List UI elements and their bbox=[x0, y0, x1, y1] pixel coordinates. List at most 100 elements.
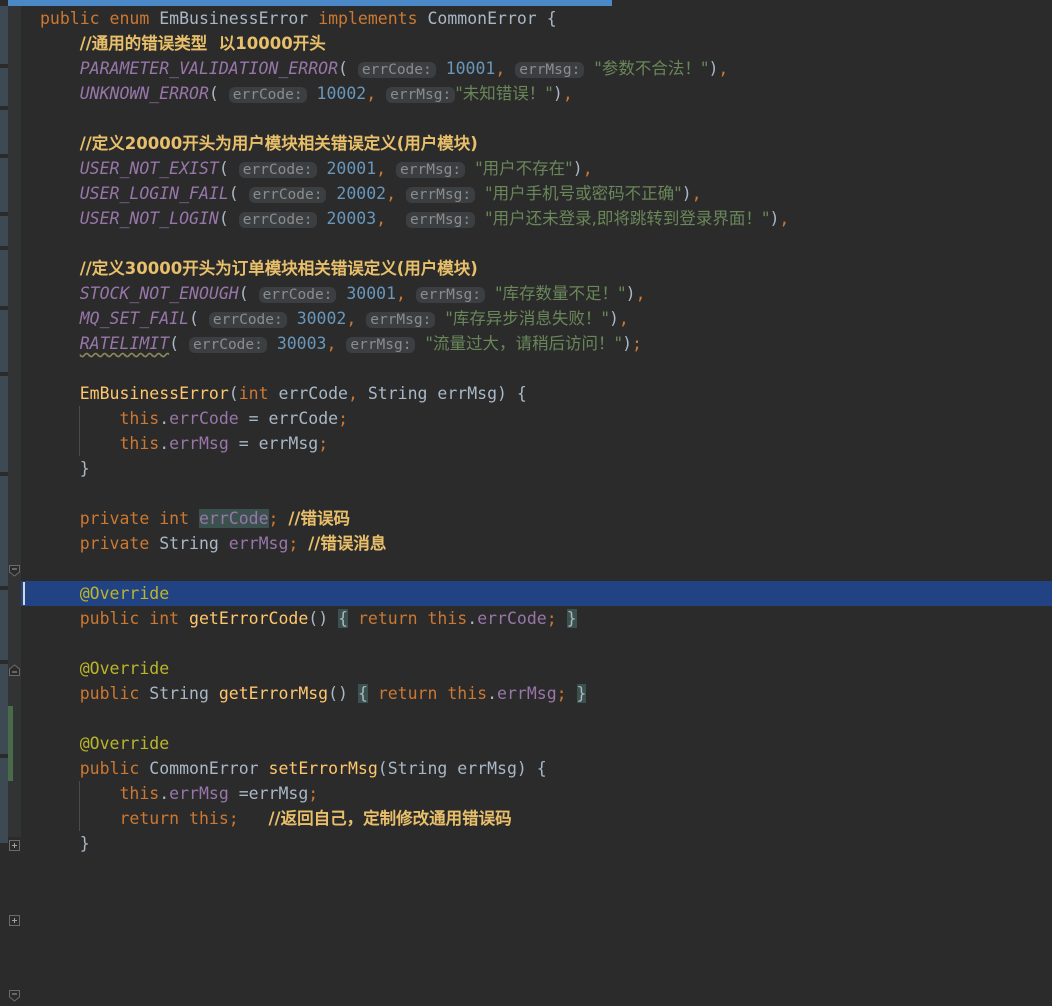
code-token: PARAMETER_VALIDATION_ERROR bbox=[79, 59, 339, 78]
code-token: int bbox=[238, 384, 269, 403]
code-content[interactable]: public enum EmBusinessError implements C… bbox=[21, 6, 1052, 853]
fold-marker-collapse-start[interactable] bbox=[8, 987, 21, 1002]
error-stripe-segment[interactable] bbox=[0, 6, 8, 64]
code-token: USER_LOGIN_FAIL bbox=[79, 184, 229, 203]
code-line[interactable]: MQ_SET_FAIL( errCode: 30002, errMsg: "库存… bbox=[21, 306, 1052, 331]
error-stripe-segment[interactable] bbox=[0, 216, 8, 246]
indent-guide bbox=[78, 806, 80, 831]
fold-marker-collapse-end[interactable] bbox=[8, 662, 21, 676]
error-stripe-segment[interactable] bbox=[0, 590, 8, 660]
error-stripe-segment[interactable] bbox=[0, 250, 8, 306]
code-line[interactable]: UNKNOWN_ERROR( errCode: 10002, errMsg: "未… bbox=[21, 81, 1052, 106]
code-line[interactable]: USER_LOGIN_FAIL( errCode: 20002, errMsg:… bbox=[21, 181, 1052, 206]
inlay-parameter-hint: errMsg: bbox=[396, 162, 466, 178]
code-token: ) bbox=[708, 59, 719, 78]
code-line[interactable] bbox=[21, 106, 1052, 131]
inlay-parameter-hint: errCode: bbox=[258, 287, 337, 303]
code-token: ; bbox=[338, 409, 349, 428]
editor-gutter[interactable] bbox=[8, 6, 21, 1002]
vcs-change-marker[interactable] bbox=[8, 706, 13, 781]
fold-marker-expand[interactable] bbox=[8, 837, 21, 851]
code-line[interactable]: public CommonError setErrorMsg(String er… bbox=[21, 756, 1052, 781]
code-line[interactable]: USER_NOT_EXIST( errCode: 20001, errMsg: … bbox=[21, 156, 1052, 181]
code-token: errCode bbox=[268, 409, 339, 428]
code-token: errMsg bbox=[258, 434, 319, 453]
code-line[interactable] bbox=[21, 356, 1052, 381]
code-line[interactable]: //通用的错误类型 以10000开头 bbox=[21, 31, 1052, 56]
error-stripe-column[interactable] bbox=[0, 6, 8, 843]
inlay-parameter-hint: errMsg: bbox=[405, 212, 476, 228]
code-token: , bbox=[386, 184, 397, 203]
code-line[interactable]: public enum EmBusinessError implements C… bbox=[21, 6, 1052, 31]
code-token: , bbox=[376, 209, 387, 228]
code-token: 10001 bbox=[445, 59, 496, 78]
code-line[interactable] bbox=[21, 231, 1052, 256]
code-line[interactable]: STOCK_NOT_ENOUGH( errCode: 30001, errMsg… bbox=[21, 281, 1052, 306]
code-line[interactable]: } bbox=[21, 456, 1052, 481]
code-editor[interactable]: public enum EmBusinessError implements C… bbox=[0, 0, 1052, 1002]
code-line-selected[interactable]: @Override bbox=[21, 581, 1052, 606]
code-token: errMsg bbox=[169, 434, 229, 453]
code-line[interactable]: private String errMsg; //错误消息 bbox=[21, 531, 1052, 556]
code-line[interactable]: USER_NOT_LOGIN( errCode: 20003, errMsg: … bbox=[21, 206, 1052, 231]
code-token: RATELIMIT bbox=[79, 334, 170, 353]
code-line[interactable] bbox=[21, 631, 1052, 656]
error-stripe-segment[interactable] bbox=[0, 758, 8, 843]
error-stripe-segment[interactable] bbox=[0, 376, 8, 472]
code-token: "用户不存在" bbox=[475, 159, 573, 178]
code-token: ) bbox=[608, 309, 619, 328]
code-line[interactable] bbox=[21, 556, 1052, 581]
code-line[interactable] bbox=[21, 706, 1052, 731]
code-token: ; bbox=[318, 434, 329, 453]
code-token: = bbox=[248, 409, 259, 428]
fold-marker-expand[interactable] bbox=[8, 912, 21, 926]
error-stripe-segment[interactable] bbox=[0, 68, 8, 106]
code-line[interactable]: this.errCode = errCode; bbox=[21, 406, 1052, 431]
code-line[interactable]: } bbox=[21, 831, 1052, 856]
code-token: ( bbox=[218, 209, 229, 228]
code-token: this bbox=[447, 684, 488, 703]
error-stripe-segment[interactable] bbox=[0, 110, 8, 154]
code-line[interactable]: return this; //返回自己，定制修改通用错误码 bbox=[21, 806, 1052, 831]
code-line[interactable]: public int getErrorCode() { return this.… bbox=[21, 606, 1052, 631]
code-token: errCode bbox=[278, 384, 348, 403]
code-token: , bbox=[376, 159, 387, 178]
code-line[interactable]: this.errMsg = errMsg; bbox=[21, 431, 1052, 456]
error-stripe-segment[interactable] bbox=[0, 158, 8, 212]
error-stripe-segment[interactable] bbox=[0, 310, 8, 372]
code-line[interactable]: //定义30000开头为订单模块相关错误定义(用户模块) bbox=[21, 256, 1052, 281]
code-line[interactable] bbox=[21, 481, 1052, 506]
code-line[interactable]: private int errCode; //错误码 bbox=[21, 506, 1052, 531]
code-line[interactable]: //定义20000开头为用户模块相关错误定义(用户模块) bbox=[21, 131, 1052, 156]
error-stripe-segment[interactable] bbox=[0, 664, 8, 754]
code-line[interactable]: @Override bbox=[21, 731, 1052, 756]
code-token: } bbox=[576, 684, 587, 703]
code-line[interactable]: RATELIMIT( errCode: 30003, errMsg: "流量过大… bbox=[21, 331, 1052, 356]
code-token: 30003 bbox=[276, 334, 327, 353]
code-line[interactable]: EmBusinessError(int errCode, String errM… bbox=[21, 381, 1052, 406]
code-line[interactable]: this.errMsg =errMsg; bbox=[21, 781, 1052, 806]
code-line[interactable]: PARAMETER_VALIDATION_ERROR( errCode: 100… bbox=[21, 56, 1052, 81]
code-line[interactable]: @Override bbox=[21, 656, 1052, 681]
code-token: ) bbox=[572, 159, 583, 178]
fold-marker-collapse-start[interactable] bbox=[8, 562, 21, 577]
code-line[interactable]: public String getErrorMsg() { return thi… bbox=[21, 681, 1052, 706]
code-token: return bbox=[377, 684, 438, 703]
inlay-parameter-hint: errMsg: bbox=[405, 187, 476, 203]
indent-guide bbox=[78, 406, 80, 431]
error-stripe-segment[interactable] bbox=[0, 476, 8, 586]
code-token: "库存数量不足！" bbox=[494, 284, 626, 303]
code-token: ) bbox=[681, 184, 692, 203]
